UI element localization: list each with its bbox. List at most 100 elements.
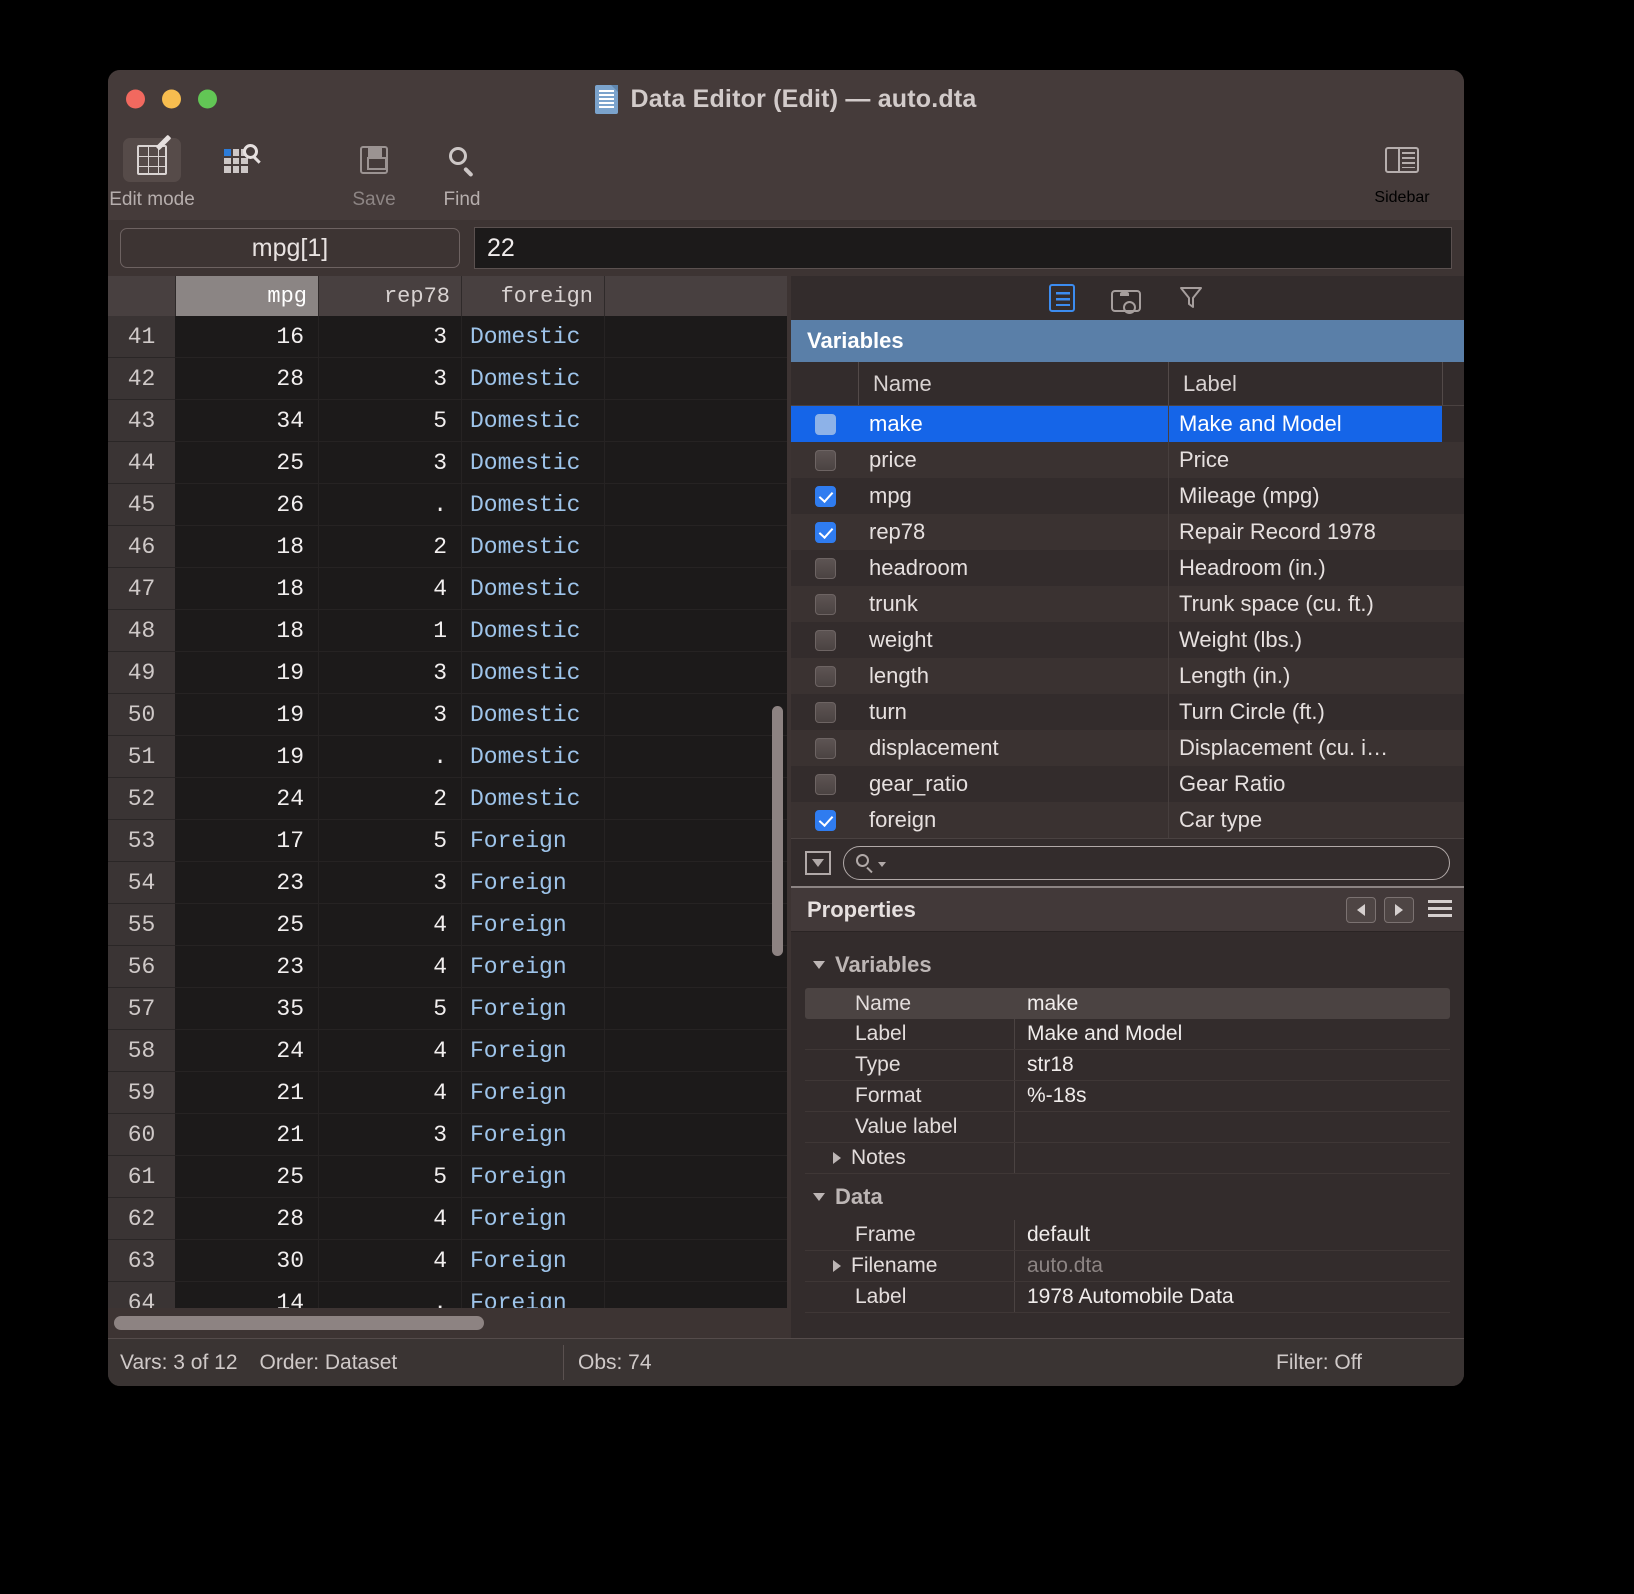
row-number[interactable]: 47 (108, 568, 176, 610)
property-value[interactable] (1015, 1112, 1450, 1142)
property-value[interactable] (1015, 1143, 1450, 1173)
grid-vertical-scrollbar[interactable] (772, 706, 783, 956)
table-row[interactable]: 64 14. Foreign (108, 1282, 787, 1308)
camera-icon[interactable] (1110, 289, 1141, 314)
cell-mpg[interactable]: 28 (176, 1198, 319, 1240)
checkbox-icon[interactable] (814, 737, 836, 759)
properties-next-button[interactable] (1384, 896, 1414, 923)
variables-label-col-header[interactable]: Label (1169, 362, 1442, 405)
cell-rep78[interactable]: 5 (319, 1156, 462, 1198)
cell-mpg[interactable]: 18 (176, 526, 319, 568)
cell-foreign[interactable]: Domestic (462, 316, 605, 358)
row-number[interactable]: 41 (108, 316, 176, 358)
close-button[interactable] (126, 89, 145, 109)
properties-panel-body[interactable]: Variables Name make Label Make and Model Type… (791, 932, 1464, 1338)
cell-mpg[interactable]: 24 (176, 1030, 319, 1072)
table-row[interactable]: 43 34 5 Domestic (108, 400, 787, 442)
checkbox-icon[interactable] (814, 593, 836, 615)
cell-foreign[interactable]: Foreign (462, 1030, 605, 1072)
column-header-mpg[interactable]: mpg (176, 276, 319, 316)
cell-rep78[interactable]: 4 (319, 1030, 462, 1072)
grid-horizontal-scrollbar-track[interactable] (108, 1308, 787, 1338)
minimize-button[interactable] (162, 89, 181, 109)
property-value[interactable]: Make and Model (1015, 1019, 1450, 1049)
cell-foreign[interactable]: Foreign (462, 1072, 605, 1114)
cell-mpg[interactable]: 25 (176, 904, 319, 946)
cell-rep78[interactable]: 5 (319, 820, 462, 862)
chevron-right-icon[interactable] (833, 1260, 841, 1272)
list-item[interactable]: weight Weight (lbs.) (791, 622, 1464, 658)
checkbox-icon[interactable] (814, 449, 836, 471)
property-row[interactable]: Label 1978 Automobile Data (805, 1282, 1450, 1313)
save-button[interactable]: Save (330, 134, 418, 211)
cell-mpg[interactable]: 19 (176, 652, 319, 694)
cell-rep78[interactable]: 3 (319, 316, 462, 358)
cell-rep78[interactable]: 4 (319, 904, 462, 946)
cell-foreign[interactable]: Foreign (462, 1114, 605, 1156)
list-item[interactable]: displacement Displacement (cu. i… (791, 730, 1464, 766)
cell-foreign[interactable]: Domestic (462, 736, 605, 778)
table-row[interactable]: 49 19 3 Domestic (108, 652, 787, 694)
cell-rep78[interactable]: 3 (319, 652, 462, 694)
cell-mpg[interactable]: 25 (176, 442, 319, 484)
chevron-right-icon[interactable] (833, 1152, 841, 1164)
cell-rep78[interactable]: 3 (319, 694, 462, 736)
cell-foreign[interactable]: Foreign (462, 1198, 605, 1240)
checkbox-icon[interactable] (814, 413, 836, 435)
cell-mpg[interactable]: 21 (176, 1114, 319, 1156)
checkbox-icon[interactable] (814, 701, 836, 723)
variable-checkbox-cell[interactable] (791, 442, 859, 478)
maximize-button[interactable] (198, 89, 217, 109)
cell-rep78[interactable]: 4 (319, 946, 462, 988)
list-item[interactable]: trunk Trunk space (cu. ft.) (791, 586, 1464, 622)
row-number[interactable]: 56 (108, 946, 176, 988)
cell-foreign[interactable]: Domestic (462, 568, 605, 610)
browse-mode-button[interactable] (196, 134, 284, 189)
cell-rep78[interactable]: 5 (319, 400, 462, 442)
variable-checkbox-cell[interactable] (791, 802, 859, 838)
cell-rep78[interactable]: 1 (319, 610, 462, 652)
variables-list[interactable]: make Make and Model price Price mpg Mileage (… (791, 406, 1464, 838)
row-number[interactable]: 50 (108, 694, 176, 736)
property-value[interactable]: str18 (1015, 1050, 1450, 1080)
cell-mpg[interactable]: 19 (176, 694, 319, 736)
checkbox-icon[interactable] (814, 773, 836, 795)
property-row[interactable]: Format %-18s (805, 1081, 1450, 1112)
table-row[interactable]: 46 18 2 Domestic (108, 526, 787, 568)
cell-mpg[interactable]: 18 (176, 610, 319, 652)
cell-rep78[interactable]: 3 (319, 358, 462, 400)
row-number[interactable]: 46 (108, 526, 176, 568)
cell-mpg[interactable]: 30 (176, 1240, 319, 1282)
table-row[interactable]: 50 19 3 Domestic (108, 694, 787, 736)
dropdown-triangle-button[interactable] (805, 850, 831, 875)
row-number[interactable]: 61 (108, 1156, 176, 1198)
table-row[interactable]: 57 35 5 Foreign (108, 988, 787, 1030)
list-item[interactable]: rep78 Repair Record 1978 (791, 514, 1464, 550)
table-row[interactable]: 48 18 1 Domestic (108, 610, 787, 652)
edit-mode-button[interactable]: Edit mode (108, 134, 196, 211)
cell-foreign[interactable]: Domestic (462, 610, 605, 652)
cell-mpg[interactable]: 24 (176, 778, 319, 820)
list-item[interactable]: headroom Headroom (in.) (791, 550, 1464, 586)
table-row[interactable]: 59 21 4 Foreign (108, 1072, 787, 1114)
row-number[interactable]: 42 (108, 358, 176, 400)
table-row[interactable]: 53 17 5 Foreign (108, 820, 787, 862)
property-value[interactable]: %-18s (1015, 1081, 1450, 1111)
table-row[interactable]: 56 23 4 Foreign (108, 946, 787, 988)
cell-foreign[interactable]: Domestic (462, 358, 605, 400)
variable-checkbox-cell[interactable] (791, 694, 859, 730)
table-row[interactable]: 44 25 3 Domestic (108, 442, 787, 484)
table-row[interactable]: 58 24 4 Foreign (108, 1030, 787, 1072)
table-row[interactable]: 47 18 4 Domestic (108, 568, 787, 610)
sidebar-toggle-button[interactable]: Sidebar (1358, 138, 1446, 207)
cell-mpg[interactable]: 23 (176, 946, 319, 988)
checkbox-icon[interactable] (814, 557, 836, 579)
variable-checkbox-cell[interactable] (791, 622, 859, 658)
cell-rep78[interactable]: . (319, 736, 462, 778)
variable-checkbox-cell[interactable] (791, 478, 859, 514)
cell-reference-field[interactable]: mpg[1] (120, 228, 460, 268)
cell-foreign[interactable]: Foreign (462, 1240, 605, 1282)
cell-mpg[interactable]: 21 (176, 1072, 319, 1114)
variables-search-input[interactable] (843, 845, 1450, 880)
cell-rep78[interactable]: 4 (319, 1198, 462, 1240)
